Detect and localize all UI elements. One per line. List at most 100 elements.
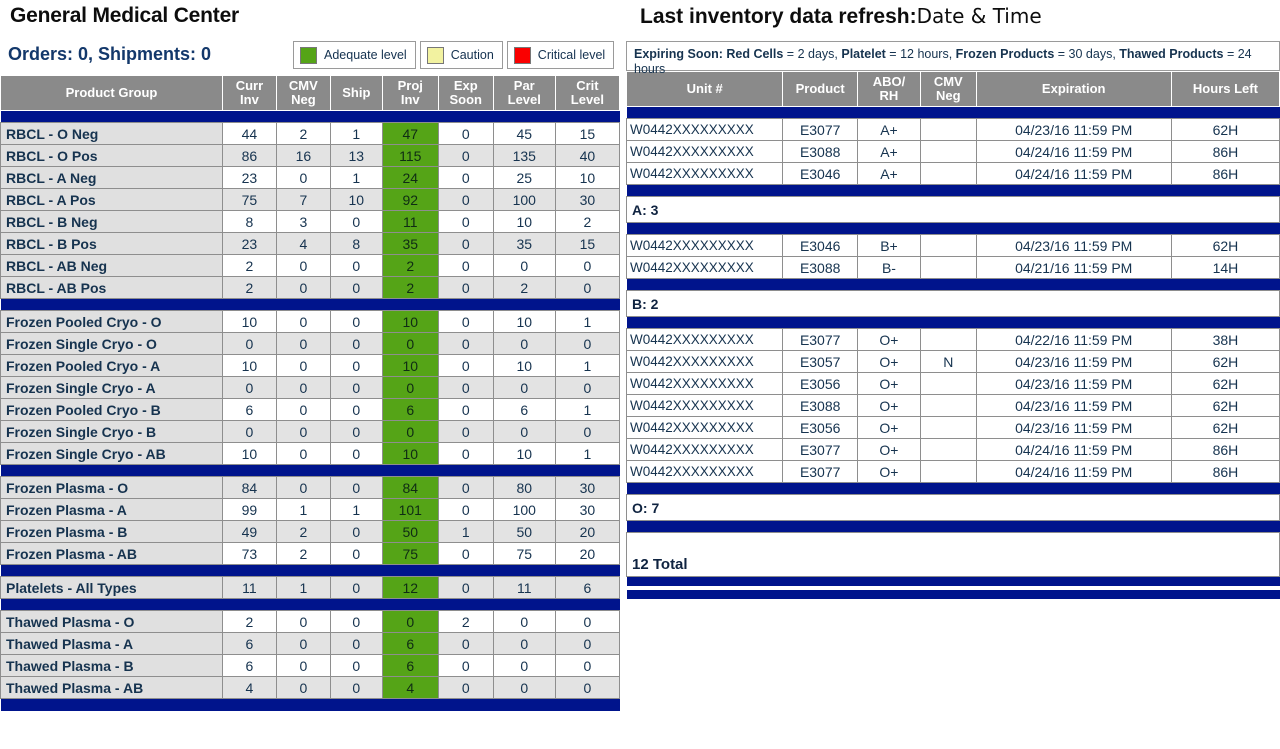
ship-cell: 0	[330, 521, 382, 543]
cmv-neg-cell	[920, 141, 976, 163]
hours-left-cell: 62H	[1171, 119, 1279, 141]
crit-level-cell: 30	[555, 189, 619, 211]
cmv-neg-cell: 0	[276, 477, 330, 499]
table-row[interactable]: W0442XXXXXXXXXE3056O+04/23/16 11:59 PM62…	[627, 373, 1280, 395]
product-code-cell: E3057	[783, 351, 858, 373]
note-term: Red Cells	[726, 47, 783, 61]
col-header-line1: Hours Left	[1174, 82, 1277, 96]
table-row[interactable]: W0442XXXXXXXXXE3046B+04/23/16 11:59 PM62…	[627, 235, 1280, 257]
table-row[interactable]: RBCL - O Pos861613115013540	[1, 145, 620, 167]
expiring-soon-cell: 0	[438, 655, 493, 677]
product-group-cell: Thawed Plasma - O	[1, 611, 223, 633]
inventory-col-header: Ship	[330, 76, 382, 111]
table-row[interactable]: RBCL - AB Pos2002020	[1, 277, 620, 299]
projected-inventory-cell: 75	[382, 543, 438, 565]
table-row[interactable]: RBCL - O Neg44214704515	[1, 123, 620, 145]
table-row[interactable]: Frozen Plasma - B49205015020	[1, 521, 620, 543]
table-row[interactable]: RBCL - AB Neg2002000	[1, 255, 620, 277]
par-level-cell: 0	[493, 255, 555, 277]
table-row[interactable]: W0442XXXXXXXXXE3046A+04/24/16 11:59 PM86…	[627, 163, 1280, 185]
product-group-cell: Thawed Plasma - A	[1, 633, 223, 655]
table-row[interactable]: W0442XXXXXXXXXE3077O+04/22/16 11:59 PM38…	[627, 329, 1280, 351]
cmv-neg-cell: 2	[276, 123, 330, 145]
table-row[interactable]: Frozen Pooled Cryo - O1000100101	[1, 311, 620, 333]
table-row[interactable]: Frozen Single Cryo - AB1000100101	[1, 443, 620, 465]
crit-level-cell: 0	[555, 633, 619, 655]
table-row[interactable]: W0442XXXXXXXXXE3056O+04/23/16 11:59 PM62…	[627, 417, 1280, 439]
table-row[interactable]: Frozen Single Cryo - B0000000	[1, 421, 620, 443]
table-row[interactable]: Frozen Single Cryo - A0000000	[1, 377, 620, 399]
table-row[interactable]: Thawed Plasma - AB4004000	[1, 677, 620, 699]
product-group-cell: RBCL - B Neg	[1, 211, 223, 233]
cmv-neg-cell: 0	[276, 655, 330, 677]
table-row[interactable]: W0442XXXXXXXXXE3088A+04/24/16 11:59 PM86…	[627, 141, 1280, 163]
table-row[interactable]: Thawed Plasma - B6006000	[1, 655, 620, 677]
current-inventory-cell: 0	[222, 421, 276, 443]
hours-left-cell: 14H	[1171, 257, 1279, 279]
projected-inventory-cell: 47	[382, 123, 438, 145]
cmv-neg-cell	[920, 119, 976, 141]
col-header-line2: Neg	[279, 93, 328, 107]
expiring-soon-cell: 0	[438, 399, 493, 421]
expiration-cell: 04/23/16 11:59 PM	[976, 119, 1171, 141]
refresh-label: Last inventory data refresh:	[640, 5, 917, 28]
projected-inventory-cell: 0	[382, 377, 438, 399]
section-separator	[627, 577, 1280, 586]
table-row[interactable]: Frozen Pooled Cryo - B6006061	[1, 399, 620, 421]
ship-cell: 0	[330, 399, 382, 421]
table-row[interactable]: Frozen Single Cryo - O0000000	[1, 333, 620, 355]
table-row[interactable]: RBCL - A Neg23012402510	[1, 167, 620, 189]
unit-number-cell: W0442XXXXXXXXX	[627, 119, 783, 141]
table-row[interactable]: Thawed Plasma - A6006000	[1, 633, 620, 655]
product-group-cell: Frozen Single Cryo - O	[1, 333, 223, 355]
table-row[interactable]: W0442XXXXXXXXXE3088B-04/21/16 11:59 PM14…	[627, 257, 1280, 279]
unit-number-cell: W0442XXXXXXXXX	[627, 439, 783, 461]
projected-inventory-cell: 0	[382, 333, 438, 355]
unit-number-cell: W0442XXXXXXXXX	[627, 373, 783, 395]
table-row[interactable]: W0442XXXXXXXXXE3077O+04/24/16 11:59 PM86…	[627, 439, 1280, 461]
product-code-cell: E3077	[783, 329, 858, 351]
level-legend: Adequate levelCautionCritical level	[293, 41, 614, 69]
hours-left-cell: 62H	[1171, 417, 1279, 439]
table-row[interactable]: W0442XXXXXXXXXE3057O+N04/23/16 11:59 PM6…	[627, 351, 1280, 373]
refresh-title: Last inventory data refresh:Date & Time	[626, 0, 1280, 30]
expiring-soon-cell: 0	[438, 277, 493, 299]
table-row[interactable]: Frozen Plasma - A9911101010030	[1, 499, 620, 521]
product-group-cell: RBCL - AB Neg	[1, 255, 223, 277]
table-row[interactable]: Frozen Pooled Cryo - A1000100101	[1, 355, 620, 377]
adequate-swatch-icon	[300, 47, 317, 64]
table-row[interactable]: Frozen Plasma - AB73207507520	[1, 543, 620, 565]
table-row[interactable]: Thawed Plasma - O2000200	[1, 611, 620, 633]
product-group-cell: Frozen Single Cryo - A	[1, 377, 223, 399]
hours-left-cell: 86H	[1171, 141, 1279, 163]
table-row[interactable]: RBCL - B Pos23483503515	[1, 233, 620, 255]
separator-bar	[1, 299, 620, 311]
ship-cell: 0	[330, 421, 382, 443]
table-row[interactable]: Frozen Plasma - O84008408030	[1, 477, 620, 499]
table-row[interactable]: W0442XXXXXXXXXE3077O+04/24/16 11:59 PM86…	[627, 461, 1280, 483]
cmv-neg-cell	[920, 163, 976, 185]
cmv-neg-cell: 0	[276, 355, 330, 377]
cmv-neg-cell	[920, 329, 976, 351]
ship-cell: 0	[330, 211, 382, 233]
cmv-neg-cell	[920, 235, 976, 257]
crit-level-cell: 20	[555, 521, 619, 543]
par-level-cell: 2	[493, 277, 555, 299]
table-row[interactable]: RBCL - A Pos7571092010030	[1, 189, 620, 211]
expiring-soon-cell: 0	[438, 499, 493, 521]
section-separator	[627, 483, 1280, 495]
table-row[interactable]: W0442XXXXXXXXXE3077A+04/23/16 11:59 PM62…	[627, 119, 1280, 141]
par-level-cell: 0	[493, 377, 555, 399]
expiring-soon-cell: 0	[438, 377, 493, 399]
product-group-cell: Frozen Single Cryo - AB	[1, 443, 223, 465]
expiring-soon-cell: 0	[438, 355, 493, 377]
crit-level-cell: 0	[555, 677, 619, 699]
table-row[interactable]: Platelets - All Types1110120116	[1, 577, 620, 599]
cmv-neg-cell: 16	[276, 145, 330, 167]
crit-level-cell: 10	[555, 167, 619, 189]
section-separator	[1, 465, 620, 477]
table-row[interactable]: W0442XXXXXXXXXE3088O+04/23/16 11:59 PM62…	[627, 395, 1280, 417]
hours-left-cell: 62H	[1171, 235, 1279, 257]
expiring-soon-cell: 0	[438, 333, 493, 355]
table-row[interactable]: RBCL - B Neg830110102	[1, 211, 620, 233]
